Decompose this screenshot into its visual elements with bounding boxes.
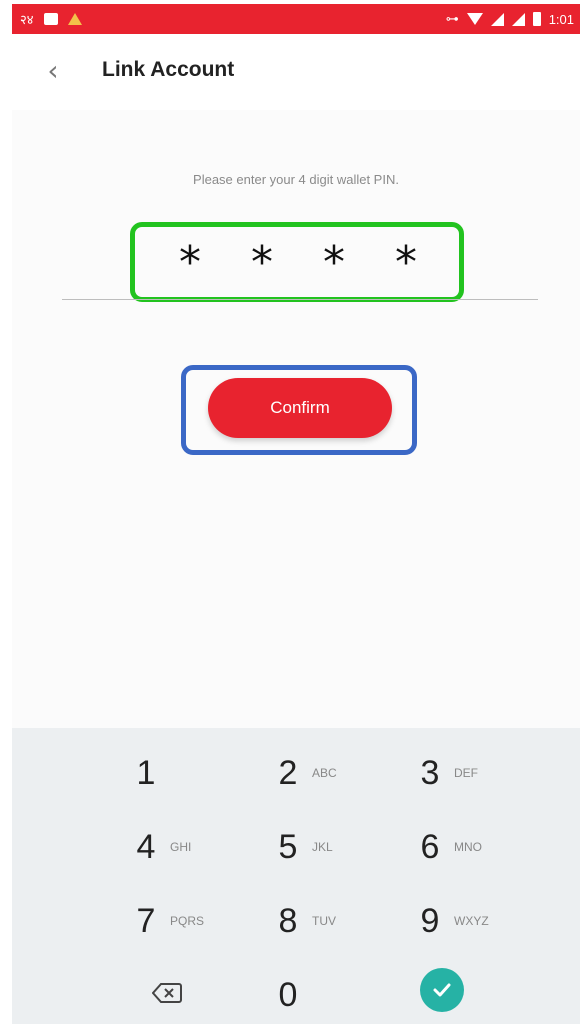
key-digit: 8	[278, 901, 298, 940]
key-4[interactable]: 4 GHI	[126, 814, 286, 880]
gallery-icon	[43, 13, 58, 25]
back-arrow-icon[interactable]: ‹	[38, 56, 68, 86]
key-letters: ABC	[312, 766, 337, 780]
key-digit: 4	[136, 827, 156, 866]
check-mark-icon	[433, 983, 451, 997]
key-letters: GHI	[170, 840, 192, 854]
key-3[interactable]: 3 DEF	[410, 740, 570, 806]
key-digit: 6	[420, 827, 440, 866]
page-title: Link Account	[102, 58, 235, 81]
status-time: 1:01	[548, 11, 574, 27]
key-digit: 2	[278, 753, 298, 792]
wifi-icon	[466, 13, 483, 25]
signal-icon-2	[511, 12, 525, 26]
key-letters: JKL	[312, 840, 333, 854]
pin-instruction: Please enter your 4 digit wallet PIN.	[193, 172, 399, 187]
signal-icon	[490, 12, 504, 26]
key-6[interactable]: 6 MNO	[410, 814, 570, 880]
app-notification-icon	[67, 13, 82, 25]
key-letters: MNO	[454, 840, 482, 854]
confirm-button[interactable]: Confirm	[208, 378, 392, 438]
key-digit: 9	[420, 901, 440, 940]
battery-icon	[532, 12, 541, 26]
pin-input-highlight[interactable]: * * * *	[130, 222, 464, 302]
backspace-icon[interactable]	[152, 982, 182, 1004]
key-icon: ⊶	[445, 11, 459, 26]
key-9[interactable]: 9 WXYZ	[410, 888, 570, 954]
status-right: ⊶ 1:01	[446, 11, 580, 27]
key-2[interactable]: 2 ABC	[268, 740, 428, 806]
pin-underline	[62, 299, 538, 300]
key-7[interactable]: 7 PQRS	[126, 888, 286, 954]
key-0[interactable]: 0	[268, 962, 428, 1028]
key-5[interactable]: 5 JKL	[268, 814, 428, 880]
status-left-text: २४	[20, 12, 34, 27]
key-letters: DEF	[454, 766, 478, 780]
numeric-keypad: 1 2 ABC 3 DEF 4 GHI 5 JKL 6 MNO 7 PQRS 8…	[12, 728, 580, 1024]
key-letters: PQRS	[170, 914, 205, 928]
key-digit: 1	[136, 753, 156, 792]
pin-input[interactable]: * * * *	[159, 237, 435, 288]
key-digit: 5	[278, 827, 298, 866]
key-digit: 3	[420, 753, 440, 792]
key-letters: WXYZ	[454, 914, 489, 928]
status-bar: २४ ⊶ 1:01	[12, 4, 580, 34]
key-digit: 7	[136, 901, 156, 940]
key-digit: 0	[278, 975, 298, 1014]
app-header: ‹ Link Account	[12, 34, 580, 111]
key-1[interactable]: 1	[126, 740, 286, 806]
key-8[interactable]: 8 TUV	[268, 888, 428, 954]
key-letters: TUV	[312, 914, 336, 928]
status-left: २४	[12, 10, 82, 28]
check-icon[interactable]	[420, 968, 464, 1012]
main-content: Please enter your 4 digit wallet PIN. * …	[12, 110, 580, 728]
